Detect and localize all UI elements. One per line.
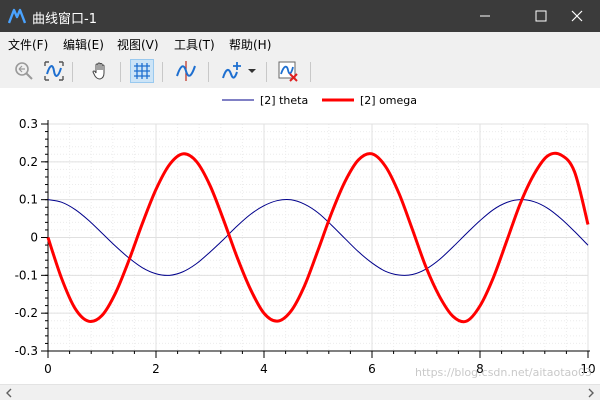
toolbar-separator <box>208 62 209 82</box>
menu-view[interactable]: 视图(V) <box>117 36 159 53</box>
plot-area[interactable]: 0 2 4 6 8 10 -0.3 -0.2 -0.1 0 0.1 0.2 0.3 [2] theta[… <box>0 88 600 384</box>
y-tick-label: -0.1 <box>15 268 38 282</box>
add-curve-icon <box>222 62 241 79</box>
scroll-left-icon[interactable] <box>2 386 16 400</box>
toolbar-separator <box>72 62 73 82</box>
y-tick-label: 0 <box>30 231 38 245</box>
maximize-icon <box>535 10 547 22</box>
toolbar-separator <box>120 62 121 82</box>
auto-scale-icon <box>44 61 64 81</box>
toolbar-separator <box>162 62 163 82</box>
chart-axes: 0 2 4 6 8 10-0.3-0.2-0.100.10.20.3 <box>15 117 596 376</box>
zoom-out-button[interactable] <box>12 59 36 83</box>
toolbar-separator <box>310 62 311 82</box>
add-curve-button[interactable] <box>220 59 244 83</box>
y-tick-label: 0.3 <box>19 117 38 131</box>
menu-tools[interactable]: 工具(T) <box>174 36 215 53</box>
chart-legend[interactable]: [2] theta [2] omega <box>222 94 417 107</box>
window-title: 曲线窗口-1 <box>32 12 97 27</box>
window-titlebar[interactable]: 曲线窗口-1 <box>0 0 600 32</box>
auto-scale-button[interactable] <box>42 59 66 83</box>
curve-marker-button[interactable] <box>174 59 198 83</box>
toolbar <box>0 56 600 89</box>
scroll-right-icon[interactable] <box>584 386 598 400</box>
remove-curve-icon <box>278 61 298 82</box>
menu-edit[interactable]: 编辑(E) <box>63 36 104 53</box>
menu-help[interactable]: 帮助(H) <box>229 36 271 53</box>
minimize-icon <box>480 15 490 17</box>
x-tick-label: 4 <box>260 362 268 376</box>
minimize-button[interactable] <box>462 0 508 32</box>
legend-label-theta: [2] theta <box>260 94 308 107</box>
watermark-text: https://blog.csdn.net/aitaotao03 <box>414 366 592 379</box>
zoom-out-icon <box>15 62 33 80</box>
pan-hand-icon <box>92 62 105 80</box>
x-tick-label: 6 <box>368 362 376 376</box>
close-button[interactable] <box>554 0 600 32</box>
y-tick-label: -0.2 <box>15 306 38 320</box>
chevron-down-icon <box>248 69 256 73</box>
legend-label-omega: [2] omega <box>360 94 417 107</box>
toolbar-separator <box>266 62 267 82</box>
line-chart[interactable]: 0 2 4 6 8 10-0.3-0.2-0.100.10.20.3 [2] theta[… <box>0 88 600 384</box>
x-tick-label: 0 <box>44 362 52 376</box>
add-curve-dropdown[interactable] <box>244 59 260 83</box>
y-tick-label: -0.3 <box>15 344 38 358</box>
menu-file[interactable]: 文件(F) <box>8 36 48 53</box>
menu-bar: 文件(F) 编辑(E) 视图(V) 工具(T) 帮助(H) <box>0 32 600 56</box>
y-tick-label: 0.2 <box>19 155 38 169</box>
curve-marker-icon <box>176 61 196 81</box>
remove-curve-button[interactable] <box>276 59 300 83</box>
y-tick-label: 0.1 <box>19 193 38 207</box>
x-tick-label: 2 <box>152 362 160 376</box>
close-icon <box>571 10 583 22</box>
grid-toggle-button[interactable] <box>130 59 154 83</box>
grid-icon <box>134 63 150 79</box>
pan-button[interactable] <box>88 59 112 83</box>
app-logo-icon <box>8 8 26 24</box>
horizontal-scrollbar[interactable] <box>0 384 600 400</box>
